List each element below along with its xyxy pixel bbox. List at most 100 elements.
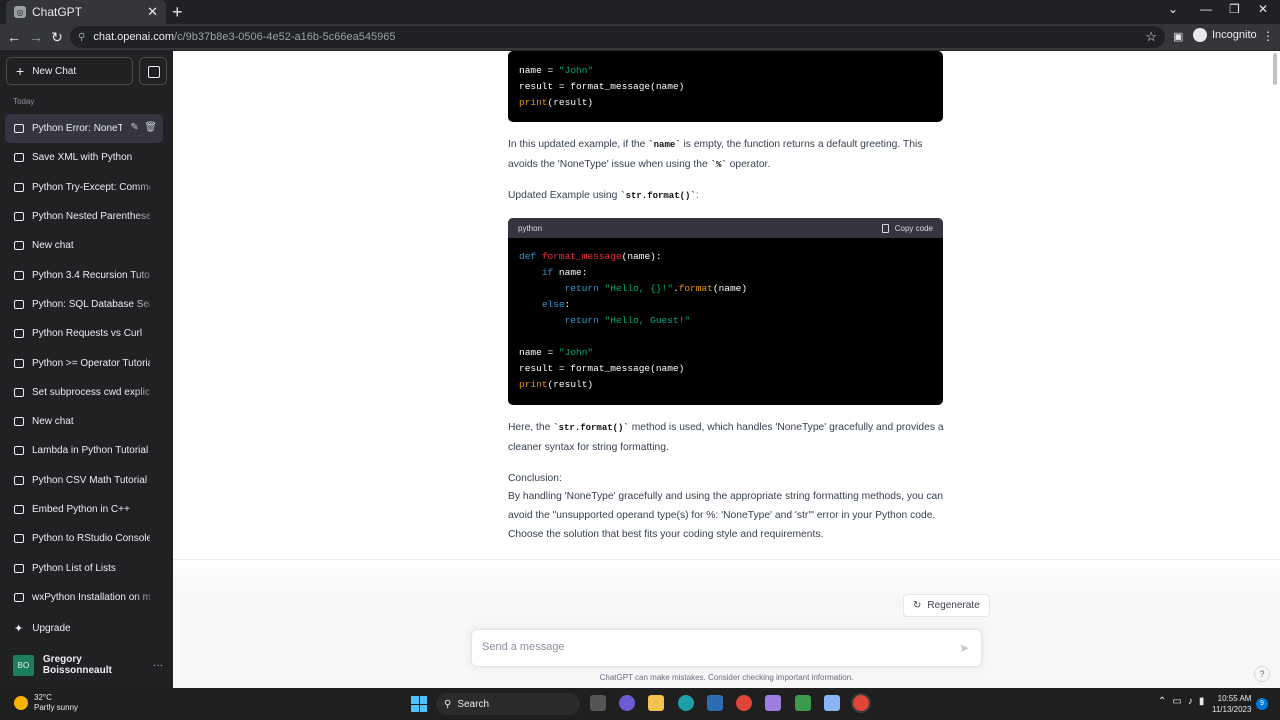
sidebar-item-chat[interactable]: Save XML with Python bbox=[5, 143, 163, 172]
search-icon: ⚲ bbox=[444, 698, 452, 710]
new-chat-label: New Chat bbox=[32, 65, 77, 77]
close-tab-icon[interactable]: ✕ bbox=[147, 4, 158, 20]
chat-title: Python CSV Math Tutorial bbox=[32, 474, 148, 486]
code-content: name = "John" result = format_message(na… bbox=[508, 51, 943, 111]
chat-bubble-icon bbox=[14, 212, 24, 222]
incognito-indicator[interactable]: Incognito bbox=[1193, 28, 1257, 42]
chrome-icon[interactable] bbox=[736, 695, 752, 711]
browser-menu-icon[interactable]: ⋮ bbox=[1262, 29, 1274, 43]
system-tray: ⌃ ▭ ♪ ▮ bbox=[1158, 696, 1204, 707]
chat-app-icon[interactable] bbox=[619, 695, 635, 711]
sidebar-item-chat[interactable]: New chat bbox=[5, 231, 163, 260]
editor-app-icon[interactable] bbox=[795, 695, 811, 711]
chevron-up-icon[interactable]: ⌃ bbox=[1158, 696, 1166, 707]
chat-bubble-icon bbox=[14, 563, 24, 573]
back-arrow-icon[interactable]: ← bbox=[5, 28, 23, 46]
edge-browser-icon[interactable] bbox=[678, 695, 694, 711]
date: 11/13/2023 bbox=[1212, 705, 1252, 714]
sidebar-item-chat[interactable]: Python 3.4 Recursion Tutorial bbox=[5, 260, 163, 290]
sidebar-item-chat[interactable]: Python >= Operator Tutorial bbox=[5, 348, 163, 377]
sidebar-item-chat[interactable]: Set subprocess cwd explicitly bbox=[5, 377, 163, 407]
temperature: 32°C bbox=[34, 693, 52, 702]
sidebar-item-chat[interactable]: Python Try-Except: Common bbox=[5, 172, 163, 202]
sidebar-item-chat[interactable]: Python CSV Math Tutorial bbox=[5, 466, 163, 495]
browser-toolbar: ← → ↻ ⚲ chat.openai.com/c/9b37b8e3-0506-… bbox=[0, 24, 1280, 50]
notification-badge[interactable]: 9 bbox=[1256, 698, 1268, 710]
minimize-icon[interactable]: — bbox=[1200, 2, 1212, 16]
sidebar-item-chat[interactable]: Python to RStudio Console bbox=[5, 524, 163, 553]
copy-label: Copy code bbox=[894, 223, 933, 233]
screen-tool-icon[interactable] bbox=[824, 695, 840, 711]
sidebar-item-chat[interactable]: Python: SQL Database Search bbox=[5, 289, 163, 320]
fade-overlay bbox=[133, 377, 163, 407]
close-window-icon[interactable]: ✕ bbox=[1258, 2, 1268, 16]
battery-icon[interactable]: ▮ bbox=[1199, 696, 1205, 707]
sidebar-item-chat[interactable]: Embed Python in C++ bbox=[5, 495, 163, 524]
more-options-icon[interactable]: ··· bbox=[153, 660, 163, 671]
browser-tab[interactable]: ◎ ChatGPT ✕ bbox=[6, 0, 166, 24]
user-menu[interactable]: BO Gregory Boissonneault ··· bbox=[13, 654, 163, 676]
search-label: Search bbox=[457, 698, 490, 710]
message-input[interactable] bbox=[482, 641, 932, 653]
reload-icon[interactable]: ↻ bbox=[48, 28, 66, 46]
composer-area: ↻ Regenerate ➤ ChatGPT can make mistakes… bbox=[173, 559, 1280, 688]
sidebar-item-chat[interactable]: wxPython Installation on mac bbox=[5, 582, 163, 613]
chrome-active-icon[interactable] bbox=[853, 695, 869, 711]
store-icon[interactable] bbox=[707, 695, 723, 711]
sidebar-item-chat[interactable]: Lambda in Python Tutorial bbox=[5, 436, 163, 465]
forward-arrow-icon[interactable]: → bbox=[27, 28, 45, 46]
response-paragraph: Here, the `str.format()` method is used,… bbox=[508, 418, 948, 457]
new-tab-button[interactable]: + bbox=[172, 2, 183, 22]
sidebar-item-chat[interactable]: New chat bbox=[5, 407, 163, 436]
sidebar-item-chat[interactable]: Python Requests vs Curl bbox=[5, 319, 163, 348]
regenerate-button[interactable]: ↻ Regenerate bbox=[903, 594, 990, 617]
sidebar-item-chat[interactable]: Python Nested Parentheses bbox=[5, 201, 163, 232]
text-run: : bbox=[695, 190, 699, 201]
sidebar: + New Chat Today Python Error: NoneTy ✎ … bbox=[0, 51, 173, 688]
upgrade-button[interactable]: ✦ Upgrade bbox=[14, 622, 71, 635]
help-button[interactable]: ? bbox=[1254, 666, 1270, 682]
chat-bubble-icon bbox=[14, 592, 24, 602]
code-line: else: bbox=[541, 299, 571, 310]
clock[interactable]: 10:55 AM 11/13/2023 bbox=[1212, 693, 1251, 715]
task-view-icon[interactable] bbox=[590, 695, 606, 711]
side-panel-icon[interactable]: ▣ bbox=[1173, 30, 1183, 43]
tab-search-icon[interactable]: ⌄ bbox=[1168, 2, 1178, 16]
url-path: /c/9b37b8e3-0506-4e52-a16b-5c66ea545965 bbox=[174, 31, 396, 43]
weather-text: 32°C Partly sunny bbox=[34, 693, 78, 713]
weather-widget[interactable]: 32°C Partly sunny bbox=[14, 693, 78, 713]
new-chat-button[interactable]: + New Chat bbox=[6, 57, 133, 85]
os-taskbar: 32°C Partly sunny ⚲ Search ⌃ ▭ ♪ ▮ 10:55 … bbox=[0, 688, 1280, 720]
conclusion-title: Conclusion: bbox=[508, 473, 562, 484]
file-explorer-icon[interactable] bbox=[648, 695, 664, 711]
scrollbar[interactable] bbox=[1273, 53, 1277, 85]
network-icon[interactable]: ▭ bbox=[1172, 696, 1181, 707]
address-bar[interactable]: ⚲ chat.openai.com/c/9b37b8e3-0506-4e52-a… bbox=[70, 26, 1165, 48]
tab-title: ChatGPT bbox=[32, 5, 83, 19]
site-info-icon[interactable]: ⚲ bbox=[78, 32, 85, 43]
sidebar-item-chat[interactable]: Python Error: NoneTy ✎ 🗑 bbox=[5, 114, 163, 144]
chat-title: Embed Python in C++ bbox=[32, 504, 130, 515]
sidebar-item-chat[interactable]: Python List of Lists bbox=[5, 553, 163, 582]
inline-code: `str.format()` bbox=[553, 423, 629, 433]
volume-icon[interactable]: ♪ bbox=[1188, 696, 1193, 707]
toggle-sidebar-button[interactable] bbox=[139, 57, 167, 85]
chat-bubble-icon bbox=[14, 417, 24, 427]
start-menu-icon[interactable] bbox=[411, 696, 427, 712]
chat-bubble-icon bbox=[14, 182, 24, 192]
chatgpt-favicon-icon: ◎ bbox=[14, 6, 26, 18]
chat-title: Python >= Operator Tutorial bbox=[32, 357, 150, 369]
edit-icon[interactable]: ✎ bbox=[130, 122, 138, 133]
copy-code-button[interactable]: Copy code bbox=[881, 223, 933, 233]
restore-icon[interactable]: ❐ bbox=[1229, 2, 1240, 16]
taskbar-search[interactable]: ⚲ Search bbox=[436, 693, 580, 715]
code-line: if name: bbox=[541, 267, 588, 278]
text-run: Updated Example using bbox=[508, 190, 621, 201]
send-icon[interactable]: ➤ bbox=[959, 641, 969, 655]
bookmark-star-icon[interactable]: ☆ bbox=[1145, 29, 1157, 45]
response-paragraph: In this updated example, if the `name` i… bbox=[508, 135, 948, 175]
delete-icon[interactable]: 🗑 bbox=[144, 122, 157, 133]
app-icon[interactable] bbox=[765, 695, 781, 711]
chat-bubble-icon bbox=[14, 505, 24, 514]
plus-icon: + bbox=[16, 63, 25, 79]
